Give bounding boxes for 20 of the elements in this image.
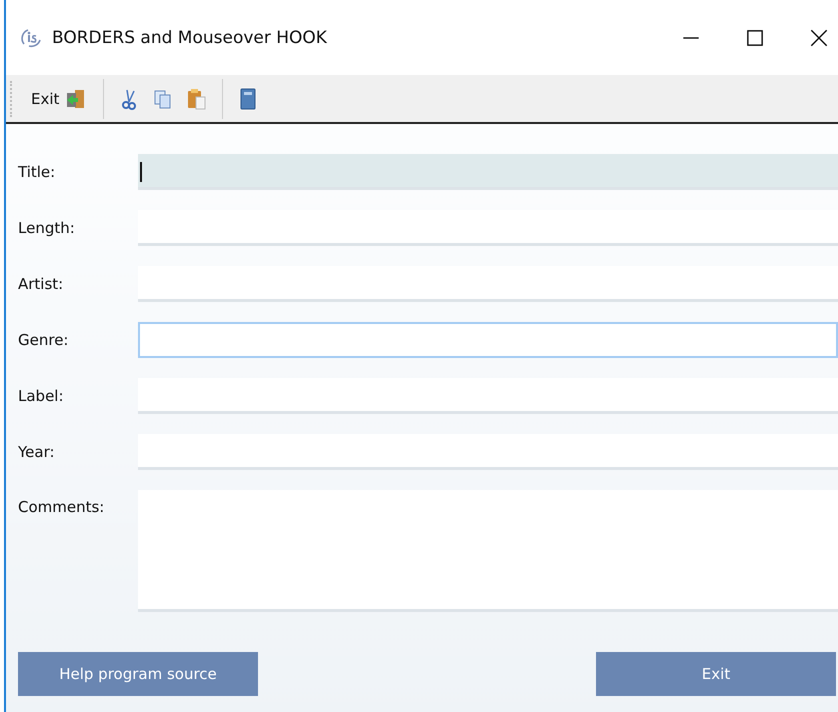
field-label: Title: [18, 163, 56, 181]
paste-icon[interactable] [186, 86, 208, 110]
input-field[interactable] [138, 266, 838, 302]
help-button[interactable]: Help program source [18, 652, 258, 696]
input-field[interactable] [138, 210, 838, 246]
app-logo-icon [20, 26, 44, 48]
input-field[interactable] [138, 434, 838, 470]
window-title: BORDERS and Mouseover HOOK [52, 28, 327, 48]
field-label: Label: [18, 387, 65, 405]
exit-button[interactable]: Exit [596, 652, 836, 696]
field-label: Year: [18, 443, 56, 461]
field-label: Comments: [18, 497, 106, 516]
field-label: Length: [18, 219, 76, 237]
input-field[interactable] [138, 378, 838, 414]
input-field[interactable] [138, 154, 838, 190]
field-label: Artist: [18, 275, 64, 293]
input-field[interactable] [138, 490, 838, 612]
input-field[interactable] [138, 322, 838, 358]
field-label: Genre: [18, 331, 70, 349]
exit-tool-button[interactable]: Exit [23, 84, 96, 114]
